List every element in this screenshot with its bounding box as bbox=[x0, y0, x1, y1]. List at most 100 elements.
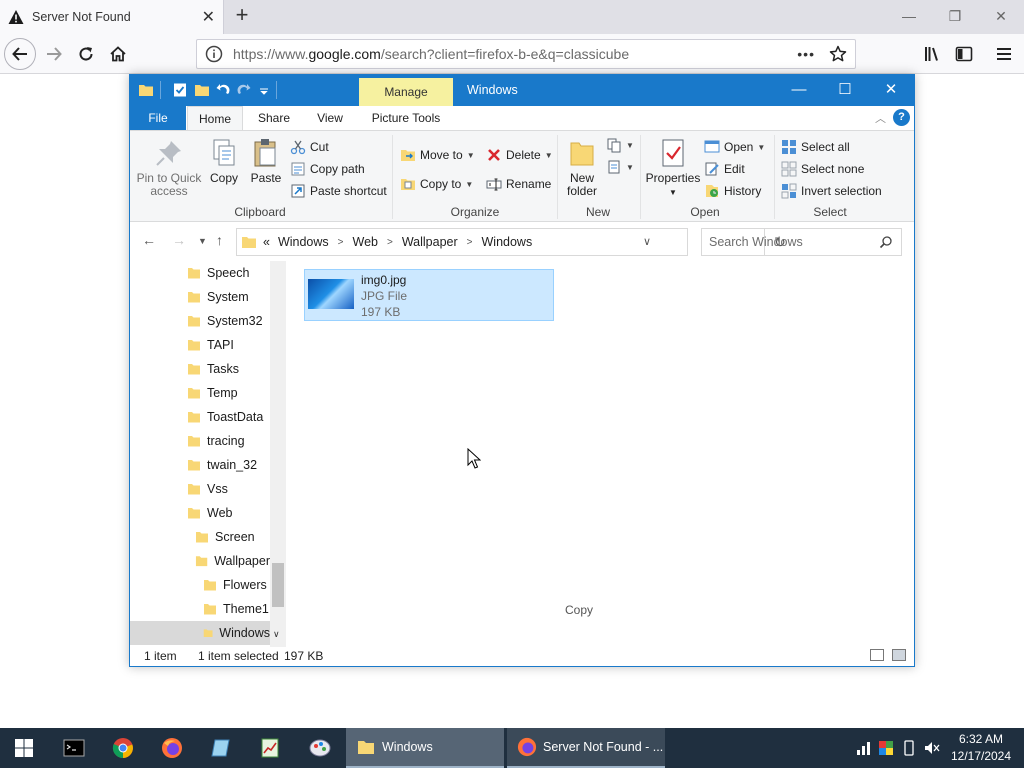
move-to-button[interactable]: Move to ▼ bbox=[400, 145, 475, 165]
tree-item-tapi[interactable]: TAPI bbox=[130, 333, 270, 357]
explorer-close-button[interactable]: ✕ bbox=[868, 75, 914, 106]
network-icon[interactable] bbox=[856, 740, 872, 756]
details-view-icon[interactable] bbox=[870, 649, 884, 661]
tree-item-tracing[interactable]: tracing bbox=[130, 429, 270, 453]
pin-to-quick-access-button[interactable]: Pin to Quick access bbox=[136, 137, 202, 198]
copy-to-button[interactable]: Copy to ▼ bbox=[400, 174, 473, 194]
taskbar-firefox-task[interactable]: Server Not Found - ... bbox=[507, 728, 665, 768]
tree-item-web[interactable]: Web bbox=[130, 501, 270, 525]
breadcrumb-overflow[interactable]: « bbox=[263, 235, 270, 249]
breadcrumb-windows-root[interactable]: Windows bbox=[278, 235, 329, 249]
bookmark-star-icon[interactable] bbox=[829, 45, 847, 63]
tree-item-system[interactable]: System bbox=[130, 285, 270, 309]
new-item-button[interactable]: ▼ bbox=[606, 135, 634, 155]
select-none-button[interactable]: Select none bbox=[781, 159, 864, 179]
select-all-button[interactable]: Select all bbox=[781, 137, 850, 157]
tab-home[interactable]: Home bbox=[187, 106, 243, 130]
volume-muted-icon[interactable] bbox=[924, 740, 940, 756]
tree-item-theme1[interactable]: Theme1 bbox=[130, 597, 270, 621]
navigation-scrollbar[interactable]: ∨ bbox=[270, 261, 286, 647]
properties-button[interactable]: Properties ▼ bbox=[645, 137, 701, 199]
back-button[interactable] bbox=[4, 38, 36, 70]
breadcrumb-wallpaper[interactable]: Wallpaper bbox=[402, 235, 458, 249]
usb-device-icon[interactable] bbox=[902, 740, 916, 756]
breadcrumb-separator-icon[interactable]: > bbox=[387, 237, 393, 248]
new-folder-qat-icon[interactable] bbox=[194, 82, 210, 98]
browser-close-button[interactable]: ✕ bbox=[978, 0, 1024, 34]
menu-button[interactable] bbox=[988, 38, 1020, 70]
redo-icon[interactable] bbox=[236, 82, 252, 98]
tree-item-speech[interactable]: Speech bbox=[130, 261, 270, 285]
breadcrumb-windows[interactable]: Windows bbox=[482, 235, 533, 249]
breadcrumb-separator-icon[interactable]: > bbox=[338, 237, 344, 248]
close-tab-icon[interactable]: ✕ bbox=[202, 7, 215, 27]
scroll-down-icon[interactable]: ∨ bbox=[273, 629, 280, 640]
library-button[interactable] bbox=[916, 38, 948, 70]
taskbar-notebook-button[interactable] bbox=[197, 728, 245, 768]
easy-access-button[interactable]: ▼ bbox=[606, 157, 634, 177]
taskbar-chrome-button[interactable] bbox=[99, 728, 147, 768]
forward-arrow-icon[interactable]: → bbox=[172, 232, 186, 248]
edit-button[interactable]: Edit bbox=[704, 159, 745, 179]
search-input[interactable]: Search Windows bbox=[701, 228, 902, 256]
taskbar-chart-app-button[interactable] bbox=[246, 728, 294, 768]
tree-item-screen[interactable]: Screen bbox=[130, 525, 270, 549]
open-button[interactable]: Open ▼ bbox=[704, 137, 765, 157]
paste-shortcut-button[interactable]: Paste shortcut bbox=[290, 181, 387, 201]
taskbar-clock[interactable]: 6:32 AM 12/17/2024 bbox=[944, 731, 1018, 765]
history-button[interactable]: History bbox=[704, 181, 761, 201]
address-dropdown-icon[interactable]: ∨ bbox=[643, 235, 651, 248]
file-item[interactable]: img0.jpg JPG File 197 KB bbox=[304, 269, 554, 321]
up-arrow-icon[interactable]: ↑ bbox=[216, 232, 223, 248]
tab-view[interactable]: View bbox=[302, 106, 358, 130]
breadcrumb-separator-icon[interactable]: > bbox=[467, 237, 473, 248]
color-display-icon[interactable] bbox=[878, 740, 894, 756]
back-arrow-icon[interactable]: ← bbox=[142, 232, 156, 248]
start-button[interactable] bbox=[0, 728, 48, 768]
forward-button[interactable] bbox=[38, 38, 70, 70]
tree-item-system32[interactable]: System32 bbox=[130, 309, 270, 333]
tree-item-vss[interactable]: Vss bbox=[130, 477, 270, 501]
url-bar[interactable]: https://www.google.com/search?client=fir… bbox=[196, 39, 856, 69]
new-tab-button[interactable]: + bbox=[230, 4, 254, 28]
taskbar-firefox-button[interactable] bbox=[148, 728, 196, 768]
file-list-pane[interactable]: img0.jpg JPG File 197 KB Copy bbox=[287, 261, 913, 647]
explorer-maximize-button[interactable]: ☐ bbox=[822, 75, 868, 106]
browser-restore-button[interactable]: ❐ bbox=[932, 0, 978, 34]
explorer-title-bar[interactable]: Manage Windows — ☐ ✕ bbox=[130, 75, 914, 106]
copy-path-button[interactable]: Copy path bbox=[290, 159, 365, 179]
tab-manage[interactable]: Manage bbox=[359, 78, 453, 106]
tree-item-windows[interactable]: Windows bbox=[130, 621, 270, 645]
tree-item-tasks[interactable]: Tasks bbox=[130, 357, 270, 381]
sidebar-button[interactable] bbox=[948, 38, 980, 70]
scrollbar-thumb[interactable] bbox=[272, 563, 284, 607]
breadcrumb-web[interactable]: Web bbox=[353, 235, 378, 249]
tree-item-flowers[interactable]: Flowers bbox=[130, 573, 270, 597]
invert-selection-button[interactable]: Invert selection bbox=[781, 181, 882, 201]
large-icons-view-icon[interactable] bbox=[892, 649, 906, 661]
undo-icon[interactable] bbox=[215, 82, 231, 98]
taskbar-paint-app-button[interactable] bbox=[296, 728, 344, 768]
taskbar-explorer-task[interactable]: Windows bbox=[346, 728, 504, 768]
cut-button[interactable]: Cut bbox=[290, 137, 329, 157]
reload-button[interactable] bbox=[70, 38, 102, 70]
info-icon[interactable] bbox=[205, 45, 223, 63]
tree-item-temp[interactable]: Temp bbox=[130, 381, 270, 405]
home-button[interactable] bbox=[102, 38, 134, 70]
browser-minimize-button[interactable]: — bbox=[886, 0, 932, 34]
paste-button[interactable]: Paste bbox=[248, 137, 284, 185]
rename-button[interactable]: Rename bbox=[486, 174, 551, 194]
tab-share[interactable]: Share bbox=[246, 106, 302, 130]
tree-item-wallpaper[interactable]: Wallpaper bbox=[130, 549, 270, 573]
properties-qat-icon[interactable] bbox=[172, 82, 188, 98]
recent-locations-icon[interactable]: ▼ bbox=[198, 236, 207, 246]
explorer-minimize-button[interactable]: — bbox=[776, 75, 822, 106]
customize-qat-icon[interactable] bbox=[256, 82, 272, 98]
taskbar-terminal-button[interactable] bbox=[50, 728, 98, 768]
help-icon[interactable]: ? bbox=[893, 109, 910, 126]
url-text[interactable]: https://www.google.com/search?client=fir… bbox=[233, 46, 797, 62]
tab-picture-tools[interactable]: Picture Tools bbox=[359, 106, 453, 130]
page-actions-icon[interactable]: ••• bbox=[797, 46, 815, 62]
collapse-ribbon-icon[interactable]: ︿ bbox=[875, 110, 886, 126]
tab-file[interactable]: File bbox=[130, 106, 186, 130]
